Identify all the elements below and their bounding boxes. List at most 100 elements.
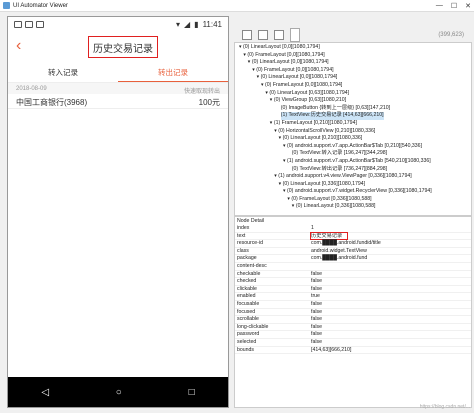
minimize-button[interactable]: —	[436, 2, 443, 10]
close-button[interactable]: ✕	[465, 2, 471, 10]
device-screenshot[interactable]: ▾ ◢ ▮ 11:41 ‹ 历史交易记录 转入记录 转出记录 2018-08-0…	[7, 16, 229, 408]
detail-key: checked	[237, 278, 257, 285]
tree-node[interactable]: ▾ (0) FrameLayout [0,0][1080,1794]	[235, 82, 471, 90]
node-detail-header: Node Detail	[237, 218, 265, 224]
detail-value: false	[311, 323, 322, 330]
detail-key: text	[237, 232, 246, 239]
detail-value: com.████.android.fund	[311, 255, 368, 262]
detail-row: long-clickable false	[235, 324, 471, 332]
detail-row: selected false	[235, 339, 471, 347]
tree-node[interactable]: ▾ (0) FrameLayout [0,0][1080,1794]	[235, 52, 471, 60]
tree-node[interactable]: (0) TextView:转入记录 [196,247][344,298]	[235, 150, 471, 158]
tree-node[interactable]: ▾ (1) android.support.v7.app.ActionBar$T…	[235, 158, 471, 166]
detail-value: com.████.android.fundid/title	[311, 240, 381, 247]
battery-icon: ▮	[194, 19, 199, 29]
window-controls: — ☐ ✕	[436, 2, 471, 10]
toggle-naf-icon[interactable]	[290, 28, 300, 42]
tree-node[interactable]: ▾ (0) LinearLayout [0,336][1080,1794]	[235, 181, 471, 189]
tree-node[interactable]: ▾ (0) HorizontalScrollView [0,210][1080,…	[235, 128, 471, 136]
list-action: 快速取现转出	[183, 89, 220, 95]
detail-row: focused false	[235, 309, 471, 317]
node-detail-panel: Node Detail index 1 text 历史交易记录 resource-id c…	[234, 216, 472, 408]
notification-icon	[36, 20, 44, 28]
tree-node[interactable]: ▾ (0) LinearLayout [0,336][1080,588]	[235, 203, 471, 211]
detail-value: false	[311, 308, 322, 315]
notification-icon	[25, 20, 33, 28]
cursor-coords: (399,623)	[438, 32, 464, 38]
detail-value: 1	[311, 225, 314, 231]
detail-row: checkable false	[235, 271, 471, 279]
detail-key: package	[237, 255, 257, 262]
detail-row: resource-id com.████.android.fundid/title	[235, 240, 471, 248]
tree-node[interactable]: ▾ (0) LinearLayout [0,0][1080,1794]	[235, 44, 471, 52]
detail-row: focusable false	[235, 301, 471, 309]
detail-key: focusable	[237, 300, 260, 307]
detail-row: content-desc	[235, 263, 471, 271]
signal-icon: ◢	[184, 19, 191, 29]
tab-transfer-out[interactable]: 转出记录	[118, 63, 228, 82]
detail-key: index	[237, 225, 250, 231]
list-group-header: 2018-08-09 快速取现转出	[8, 83, 228, 95]
detail-value: false	[311, 316, 322, 323]
detail-value: false	[311, 338, 322, 345]
recents-nav-icon[interactable]: □	[189, 387, 195, 398]
detail-value: [414,63][666,210]	[311, 346, 352, 353]
window-titlebar: UI Automator Viewer — ☐ ✕	[0, 0, 474, 12]
detail-value: false	[311, 331, 322, 338]
tree-node[interactable]: ▾ (0) ViewGroup [0,63][1080,210]	[235, 97, 471, 105]
tree-node[interactable]: ▾ (0) LinearLayout [0,0][1080,1794]	[235, 74, 471, 82]
hierarchy-tree[interactable]: ▾ (0) LinearLayout [0,0][1080,1794] ▾ (0)…	[234, 42, 472, 216]
tree-node[interactable]: ▾ (1) android.support.v4.view.ViewPager …	[235, 173, 471, 181]
detail-key: long-clickable	[237, 323, 269, 330]
app-icon	[3, 2, 10, 9]
detail-key: bounds	[237, 346, 255, 353]
notification-icon	[14, 20, 22, 28]
detail-key: clickable	[237, 285, 257, 292]
maximize-button[interactable]: ☐	[451, 2, 457, 10]
detail-value: false	[311, 270, 322, 277]
list-item[interactable]: 中国工商银行(3968) 100元	[8, 94, 228, 109]
detail-value: false	[311, 285, 322, 292]
app-bar: ‹ 历史交易记录	[8, 31, 228, 63]
tree-node[interactable]: ▾ (0) LinearLayout [0,63][1080,1794]	[235, 90, 471, 98]
tree-node[interactable]: ▾ (1) FrameLayout [0,210][1080,1794]	[235, 120, 471, 128]
tree-node[interactable]: ▾ (0) android.support.v7.widget.Recycler…	[235, 188, 471, 196]
back-nav-icon[interactable]: ◁	[41, 387, 49, 398]
detail-key: resource-id	[237, 240, 263, 247]
status-time: 11:41	[202, 19, 222, 29]
screenshot-icon[interactable]	[258, 30, 268, 40]
detail-value: false	[311, 300, 322, 307]
detail-row: package com.████.android.fund	[235, 255, 471, 263]
tree-node[interactable]: ▾ (0) LinearLayout [0,210][1080,336]	[235, 135, 471, 143]
amount: 100元	[198, 98, 220, 107]
detail-row: index 1	[235, 225, 471, 233]
tree-node[interactable]: (0) TextView:转出记录 [736,247][884,298]	[235, 166, 471, 174]
list-date: 2018-08-09	[16, 86, 47, 92]
detail-key: content-desc	[237, 262, 267, 269]
detail-value: android.widget.TextView	[311, 247, 367, 254]
back-arrow-icon[interactable]: ‹	[16, 37, 21, 55]
wifi-icon: ▾	[175, 19, 180, 29]
nav-bar: ◁ ○ □	[8, 377, 228, 407]
detail-key: enabled	[237, 293, 256, 300]
tree-node[interactable]: ▾ (0) LinearLayout [0,0][1080,1794]	[235, 59, 471, 67]
home-nav-icon[interactable]: ○	[116, 387, 122, 398]
watermark: https://blog.csdn.net/...	[419, 404, 470, 410]
detail-row: enabled true	[235, 293, 471, 301]
detail-value: true	[311, 293, 320, 300]
tree-node[interactable]: ▾ (0) FrameLayout [0,0][1080,1794]	[235, 67, 471, 75]
status-bar: ▾ ◢ ▮ 11:41	[8, 17, 228, 31]
bank-name: 中国工商银行(3968)	[16, 98, 88, 107]
detail-row: checked false	[235, 278, 471, 286]
open-icon[interactable]	[242, 30, 252, 40]
detail-key: scrollable	[237, 316, 259, 323]
detail-key: password	[237, 331, 260, 338]
tree-node[interactable]: ▾ (0) FrameLayout [0,336][1080,588]	[235, 196, 471, 204]
detail-row: bounds [414,63][666,210]	[235, 347, 471, 355]
screenshot-compressed-icon[interactable]	[274, 30, 284, 40]
tree-node[interactable]: (1) TextView:历史交易记录 [414,63][666,210]	[235, 112, 471, 120]
tab-transfer-in[interactable]: 转入记录	[8, 63, 118, 82]
detail-value: false	[311, 278, 322, 285]
window-title: UI Automator Viewer	[13, 2, 68, 9]
detail-key: class	[237, 247, 249, 254]
